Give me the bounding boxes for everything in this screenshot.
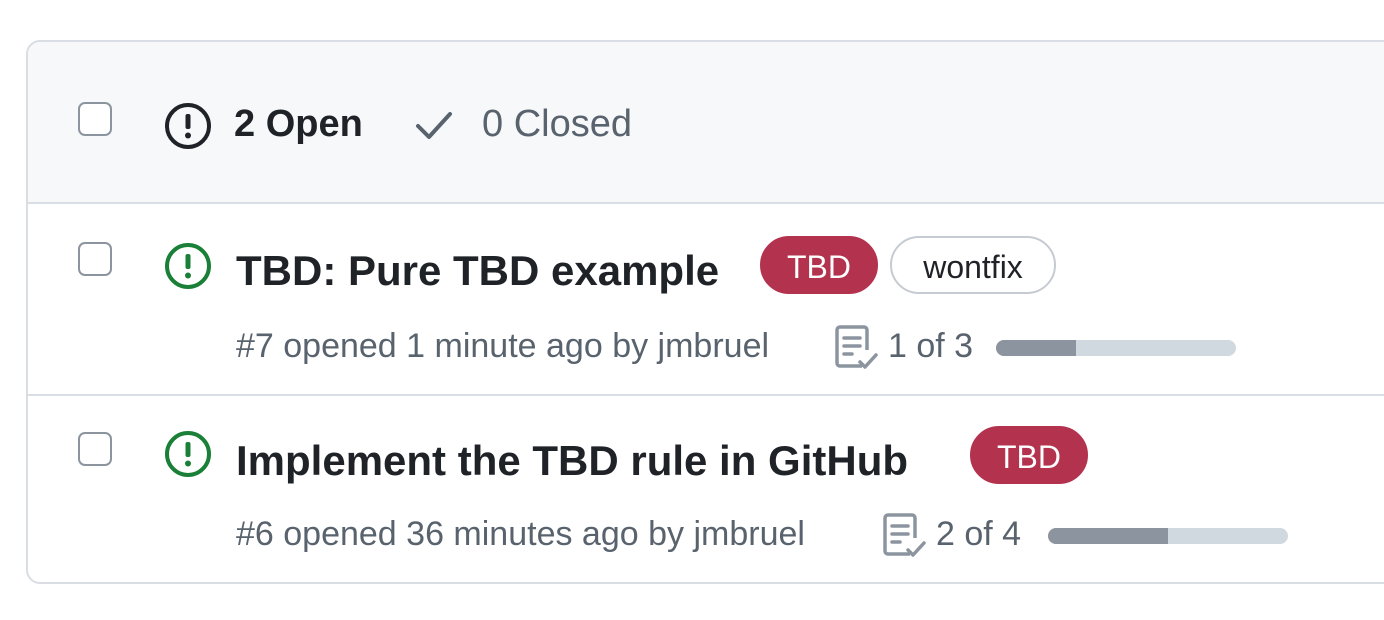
issues-list: 2 Open 0 Closed TBD: Pure TBD example TB… [26, 40, 1384, 584]
issue-title-link[interactable]: Implement the TBD rule in GitHub [236, 436, 908, 486]
task-progress-bar [996, 340, 1236, 356]
select-all-checkbox[interactable] [78, 102, 112, 136]
issue-select-checkbox[interactable] [78, 432, 112, 466]
task-progress-fill [996, 340, 1076, 356]
issue-row: TBD: Pure TBD example TBD wontfix #7 ope… [28, 204, 1384, 394]
checklist-icon [835, 325, 878, 369]
task-progress-fill [1048, 528, 1168, 544]
task-progress-bar [1048, 528, 1288, 544]
closed-count-label: 0 Closed [482, 103, 632, 145]
task-progress[interactable]: 1 of 3 [832, 320, 1242, 372]
task-count: 1 of 3 [888, 327, 974, 365]
label-tbd[interactable]: TBD [760, 236, 878, 294]
task-progress[interactable]: 2 of 4 [880, 508, 1300, 560]
open-filter-tab[interactable]: 2 Open [164, 100, 384, 149]
checklist-icon [883, 513, 926, 557]
task-count: 2 of 4 [936, 515, 1022, 553]
label-wontfix[interactable]: wontfix [890, 236, 1056, 294]
issue-select-checkbox[interactable] [78, 242, 112, 276]
label-tbd[interactable]: TBD [970, 426, 1088, 484]
issues-list-header: 2 Open 0 Closed [28, 42, 1384, 204]
issue-meta: #7 opened 1 minute ago by jmbruel [236, 327, 770, 365]
issue-meta: #6 opened 36 minutes ago by jmbruel [236, 515, 805, 553]
issue-opened-icon [165, 431, 211, 477]
issue-opened-icon [165, 243, 211, 289]
check-icon [416, 112, 452, 139]
issue-row: Implement the TBD rule in GitHub TBD #6 … [28, 396, 1384, 582]
issue-opened-icon [165, 103, 211, 149]
open-count-label: 2 Open [234, 103, 363, 145]
issue-title-link[interactable]: TBD: Pure TBD example [236, 246, 719, 296]
closed-filter-tab[interactable]: 0 Closed [414, 100, 654, 148]
